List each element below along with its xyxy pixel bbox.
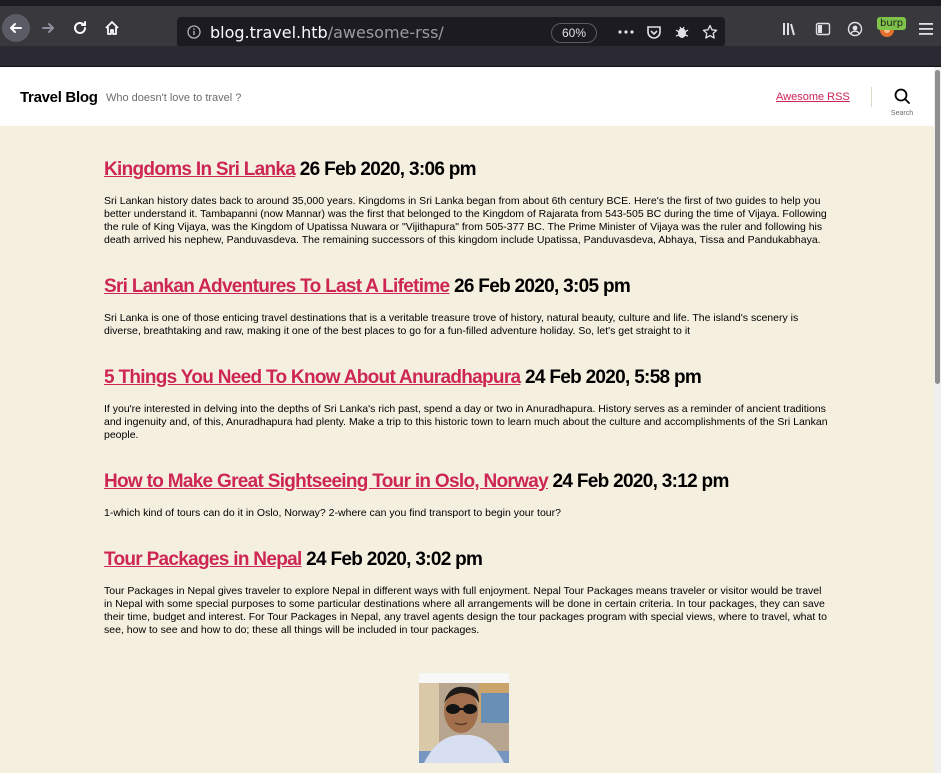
search-button[interactable]: Search: [889, 88, 915, 118]
browser-toolbar: blog.travel.htb/awesome-rss/ 60% burp: [0, 6, 941, 47]
back-button[interactable]: [2, 14, 30, 42]
library-icon[interactable]: [780, 18, 802, 40]
post-heading: Tour Packages in Nepal 24 Feb 2020, 3:02…: [104, 548, 830, 572]
post-excerpt: If you're interested in delving into the…: [104, 403, 828, 441]
post-item: Sri Lankan Adventures To Last A Lifetime…: [104, 275, 830, 338]
reload-icon: [74, 21, 86, 34]
back-arrow-icon: [10, 23, 22, 33]
header-divider: [871, 87, 872, 107]
post-item: Tour Packages in Nepal 24 Feb 2020, 3:02…: [104, 548, 830, 637]
url-path: /awesome-rss/: [327, 23, 444, 42]
pocket-icon[interactable]: [645, 23, 663, 41]
search-label: Search: [890, 110, 914, 117]
bug-icon[interactable]: [673, 23, 691, 41]
home-button[interactable]: [98, 14, 126, 42]
post-excerpt: Sri Lankan history dates back to around …: [104, 195, 827, 246]
browser-chrome: blog.travel.htb/awesome-rss/ 60% burp: [0, 0, 941, 67]
home-icon: [105, 21, 119, 35]
nav-link-awesome-rss[interactable]: Awesome RSS: [776, 91, 850, 103]
page-scrollbar[interactable]: [934, 67, 941, 773]
post-item: How to Make Great Sightseeing Tour in Os…: [104, 470, 830, 520]
url-text[interactable]: blog.travel.htb/awesome-rss/: [210, 23, 444, 42]
sidebar-icon[interactable]: [812, 18, 834, 40]
post-date: 26 Feb 2020, 3:05 pm: [453, 276, 631, 297]
post-date: 26 Feb 2020, 3:06 pm: [299, 159, 477, 180]
post-item: Kingdoms In Sri Lanka 26 Feb 2020, 3:06 …: [104, 158, 830, 247]
post-date: 24 Feb 2020, 3:12 pm: [552, 471, 730, 492]
post-heading: Kingdoms In Sri Lanka 26 Feb 2020, 3:06 …: [104, 158, 830, 182]
post-date: 24 Feb 2020, 5:58 pm: [525, 367, 702, 388]
post-excerpt: Tour Packages in Nepal gives traveler to…: [104, 585, 827, 636]
post-excerpt: Sri Lanka is one of those enticing trave…: [104, 312, 799, 337]
post-title-link[interactable]: Tour Packages in Nepal: [104, 549, 302, 570]
post-heading: Sri Lankan Adventures To Last A Lifetime…: [104, 275, 830, 299]
burp-badge: burp: [877, 17, 907, 30]
post-heading: How to Make Great Sightseeing Tour in Os…: [104, 470, 830, 494]
forward-button[interactable]: [34, 14, 62, 42]
site-header: Travel Blog Who doesn't love to travel ?…: [0, 67, 934, 126]
post-list: Kingdoms In Sri Lanka 26 Feb 2020, 3:06 …: [104, 158, 830, 637]
search-icon: [894, 88, 910, 104]
post-date: 24 Feb 2020, 3:02 pm: [306, 549, 483, 570]
url-bar[interactable]: blog.travel.htb/awesome-rss/ 60%: [177, 17, 725, 47]
post-title-link[interactable]: How to Make Great Sightseeing Tour in Os…: [104, 471, 549, 492]
post-excerpt: 1-which kind of tours can do it in Oslo,…: [104, 507, 561, 519]
bookmark-star-icon[interactable]: [701, 23, 719, 41]
post-item: 5 Things You Need To Know About Anuradha…: [104, 366, 830, 442]
forward-arrow-icon: [42, 23, 54, 33]
url-host: blog.travel.htb: [210, 23, 328, 42]
post-author-photo: [419, 673, 509, 763]
toolbar-spacer: [0, 46, 941, 67]
scrollbar-thumb[interactable]: [935, 70, 940, 384]
post-title-link[interactable]: 5 Things You Need To Know About Anuradha…: [104, 367, 521, 388]
hamburger-menu-icon[interactable]: [915, 18, 937, 40]
site-title[interactable]: Travel Blog: [20, 89, 98, 106]
post-title-link[interactable]: Kingdoms In Sri Lanka: [104, 159, 296, 180]
account-icon[interactable]: [844, 18, 866, 40]
post-title-link[interactable]: Sri Lankan Adventures To Last A Lifetime: [104, 276, 450, 297]
info-icon[interactable]: [185, 23, 203, 41]
page-actions-icon[interactable]: [617, 23, 635, 41]
site-tagline: Who doesn't love to travel ?: [106, 92, 242, 104]
post-heading: 5 Things You Need To Know About Anuradha…: [104, 366, 830, 390]
reload-button[interactable]: [66, 14, 94, 42]
zoom-indicator[interactable]: 60%: [551, 23, 597, 43]
